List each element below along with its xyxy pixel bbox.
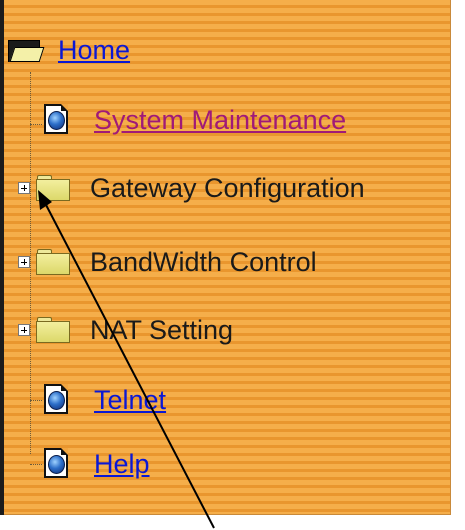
- home-link[interactable]: Home: [58, 34, 130, 66]
- panel-left-border: [0, 0, 4, 515]
- tree-node-gateway-configuration[interactable]: Gateway Configuration: [18, 172, 365, 204]
- telnet-link[interactable]: Telnet: [94, 384, 166, 416]
- screenshot-frame: Home System Maintenance Gateway Configur…: [0, 0, 465, 530]
- tree-node-home[interactable]: Home: [8, 34, 130, 66]
- nat-setting-label[interactable]: NAT Setting: [90, 314, 233, 346]
- bandwidth-control-label[interactable]: BandWidth Control: [90, 246, 317, 278]
- tree-node-system-maintenance[interactable]: System Maintenance: [44, 104, 346, 136]
- tree-node-bandwidth-control[interactable]: BandWidth Control: [18, 246, 317, 278]
- folder-icon: [36, 249, 70, 275]
- help-link[interactable]: Help: [94, 448, 150, 480]
- tree-node-nat-setting[interactable]: NAT Setting: [18, 314, 233, 346]
- open-folder-icon: [8, 37, 45, 63]
- folder-icon: [36, 317, 70, 343]
- web-page-icon: [44, 448, 70, 480]
- navigation-tree-panel: Home System Maintenance Gateway Configur…: [0, 0, 451, 515]
- expand-plus-icon[interactable]: [18, 324, 30, 336]
- tree-node-help[interactable]: Help: [44, 448, 150, 480]
- expand-plus-icon[interactable]: [18, 256, 30, 268]
- gateway-configuration-label[interactable]: Gateway Configuration: [90, 172, 365, 204]
- folder-icon: [36, 175, 70, 201]
- system-maintenance-link[interactable]: System Maintenance: [94, 104, 346, 136]
- web-page-icon: [44, 104, 70, 136]
- web-page-icon: [44, 384, 70, 416]
- expand-plus-icon[interactable]: [18, 182, 30, 194]
- tree-connector: [30, 464, 42, 465]
- tree-connector: [30, 400, 42, 401]
- tree-connector: [30, 124, 42, 125]
- tree-node-telnet[interactable]: Telnet: [44, 384, 166, 416]
